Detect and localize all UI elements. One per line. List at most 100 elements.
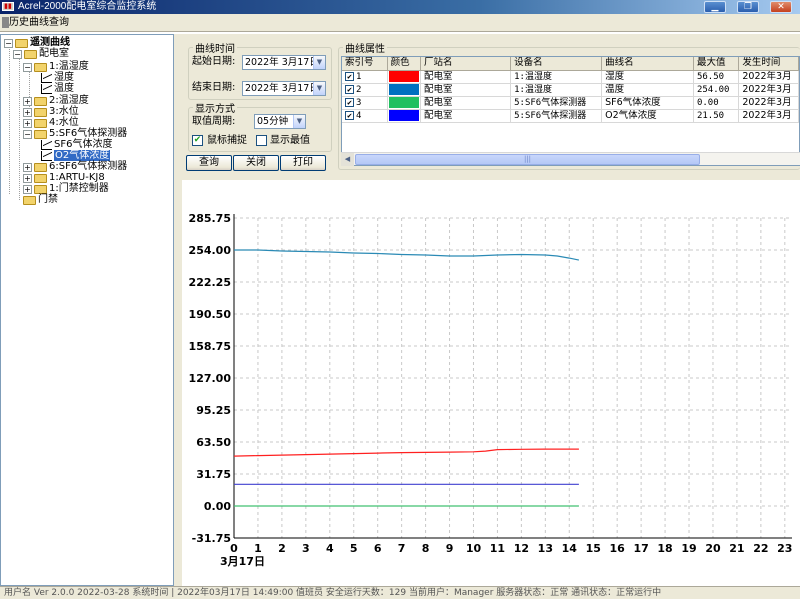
expand-icon[interactable]: + (23, 107, 32, 117)
grid-horizontal-scrollbar[interactable]: ◀ ||| (341, 152, 800, 166)
scroll-left-icon[interactable]: ◀ (341, 153, 354, 166)
start-date-picker[interactable]: 2022年 3月17日 ▼ (242, 55, 326, 70)
close-window-button[interactable]: ✕ (770, 1, 792, 13)
curve-cell: O2气体浓度 (601, 109, 694, 123)
index-cell[interactable]: ✔ 4 (342, 109, 388, 123)
column-time-header[interactable]: 发生时间 (738, 57, 799, 71)
column-color-header[interactable]: 颜色 (387, 57, 421, 71)
row-visible-checkbox[interactable]: ✔ (345, 84, 354, 94)
x-tick-label: 23 (777, 542, 792, 555)
column-device-header[interactable]: 设备名 (510, 57, 603, 71)
collapse-icon[interactable]: − (23, 62, 32, 72)
x-tick-label: 2 (278, 542, 286, 555)
collapse-icon[interactable]: − (13, 49, 22, 59)
curve-cell: SF6气体浓度 (601, 96, 694, 110)
tree-node-label: 门禁 (38, 194, 58, 205)
color-cell[interactable] (387, 83, 421, 97)
show-max-label: 显示最值 (270, 135, 310, 146)
panel-splitter[interactable] (174, 34, 182, 586)
table-row[interactable]: ✔ 2 配电室 1:温湿度 温度 254.00 2022年3月 (342, 83, 799, 97)
device-cell: 1:温湿度 (510, 70, 603, 84)
index-cell[interactable]: ✔ 1 (342, 70, 388, 84)
column-station-header[interactable]: 厂站名 (420, 57, 512, 71)
chevron-down-icon[interactable]: ▼ (293, 115, 305, 128)
curve-tree[interactable]: − 遥测曲线 − 配电室 −1:温湿度 湿度 温度 +2:温湿度 +3:水位 +4:水位 −5:SF… (0, 34, 174, 586)
curve-attributes-grid[interactable]: 索引号 颜色 厂站名 设备名 曲线名 最大值 发生时间 ✔ 1 配电室 1:温湿度 湿度 56.50 2… (341, 56, 800, 166)
row-visible-checkbox[interactable]: ✔ (345, 71, 354, 81)
row-visible-checkbox[interactable]: ✔ (345, 110, 354, 120)
time-cell: 2022年3月 (738, 109, 799, 123)
x-tick-label: 17 (633, 542, 648, 555)
tree-node-switch-room[interactable]: − 配电室 (13, 48, 69, 60)
restore-button[interactable]: ❐ (737, 1, 759, 13)
print-button[interactable]: 打印 (280, 155, 326, 171)
column-index-header[interactable]: 索引号 (342, 57, 388, 71)
row-visible-checkbox[interactable]: ✔ (345, 97, 354, 107)
scroll-grip: ||| (523, 155, 532, 163)
period-value: 05分钟 (257, 116, 289, 127)
index-value: 1 (356, 71, 362, 82)
tree-node-label: 1:ARTU-KJ8 (49, 172, 105, 183)
series-line-2[interactable] (233, 448, 579, 457)
chart-canvas: 285.75 254.00 222.25 190.50 158.75 127.00 95.2… (189, 212, 793, 568)
y-tick-label: 190.50 (189, 308, 232, 321)
tree-node-temperature[interactable]: 温度 (41, 83, 74, 95)
color-swatch[interactable] (388, 97, 419, 108)
color-cell[interactable] (387, 70, 421, 84)
query-button[interactable]: 查询 (186, 155, 232, 171)
x-tick-label: 13 (538, 542, 553, 555)
color-cell[interactable] (387, 109, 421, 123)
history-curve-chart[interactable]: 285.75 254.00 222.25 190.50 158.75 127.00 95.2… (182, 180, 800, 586)
time-cell: 2022年3月 (738, 96, 799, 110)
x-date-label: 3月17日 (220, 555, 265, 568)
expand-icon[interactable]: + (23, 184, 32, 194)
show-max-checkbox[interactable]: ✔ (256, 135, 267, 146)
column-max-header[interactable]: 最大值 (693, 57, 740, 71)
expand-icon[interactable]: + (23, 96, 32, 106)
device-cell: 5:SF6气体探测器 (510, 109, 603, 123)
expand-icon[interactable]: + (23, 118, 32, 128)
title-bar: ▮▮ Acrel-2000配电室综合监控系统 ▁ ❐ ✕ (0, 0, 800, 14)
index-value: 3 (356, 97, 362, 108)
menu-history-curve-query[interactable]: 历史曲线查询 (9, 16, 69, 30)
status-bar: 用户名 Ver 2.0.0 2022-03-28 系统时间 | 2022年03月… (0, 586, 800, 599)
tree-connector (19, 55, 20, 200)
device-cell: 1:温湿度 (510, 83, 603, 97)
x-tick-label: 14 (562, 542, 578, 555)
table-row[interactable]: ✔ 3 配电室 5:SF6气体探测器 SF6气体浓度 0.00 2022年3月 (342, 96, 799, 110)
y-tick-label: 254.00 (189, 244, 232, 257)
close-button[interactable]: 关闭 (233, 155, 279, 171)
color-swatch[interactable] (388, 71, 419, 82)
table-row[interactable]: ✔ 1 配电室 1:温湿度 湿度 56.50 2022年3月 (342, 70, 799, 84)
collapse-icon[interactable]: − (23, 129, 32, 139)
chevron-down-icon[interactable]: ▼ (313, 82, 325, 95)
color-swatch[interactable] (388, 110, 419, 121)
period-select[interactable]: 05分钟 ▼ (254, 114, 306, 129)
series-line-1[interactable] (234, 249, 580, 261)
mouse-capture-label: 鼠标捕捉 (207, 135, 247, 146)
column-curve-header[interactable]: 曲线名 (601, 57, 694, 71)
menu-bar: 历史曲线查询 (0, 14, 800, 32)
folder-icon (34, 173, 47, 183)
folder-icon (24, 49, 37, 59)
end-date-picker[interactable]: 2022年 3月17日 ▼ (242, 81, 326, 96)
index-cell[interactable]: ✔ 3 (342, 96, 388, 110)
scroll-thumb[interactable]: ||| (355, 154, 700, 165)
end-date-value: 2022年 3月17日 (245, 83, 319, 94)
expand-icon[interactable]: + (23, 173, 32, 183)
color-swatch[interactable] (388, 84, 419, 95)
color-cell[interactable] (387, 96, 421, 110)
table-row[interactable]: ✔ 4 配电室 5:SF6气体探测器 O2气体浓度 21.50 2022年3月 (342, 109, 799, 123)
chevron-down-icon[interactable]: ▼ (313, 56, 325, 69)
tree-node-access-control[interactable]: 门禁 (23, 194, 58, 206)
station-cell: 配电室 (420, 109, 512, 123)
app-icon: ▮▮ (2, 2, 14, 11)
tree-node-label: 3:水位 (49, 106, 79, 117)
collapse-icon[interactable]: − (4, 38, 13, 48)
start-date-value: 2022年 3月17日 (245, 57, 319, 68)
curve-time-group-title: 曲线时间 (195, 44, 235, 55)
expand-icon[interactable]: + (23, 162, 32, 172)
index-cell[interactable]: ✔ 2 (342, 83, 388, 97)
minimize-button[interactable]: ▁ (704, 1, 726, 13)
mouse-capture-checkbox[interactable]: ✔ (192, 135, 203, 146)
